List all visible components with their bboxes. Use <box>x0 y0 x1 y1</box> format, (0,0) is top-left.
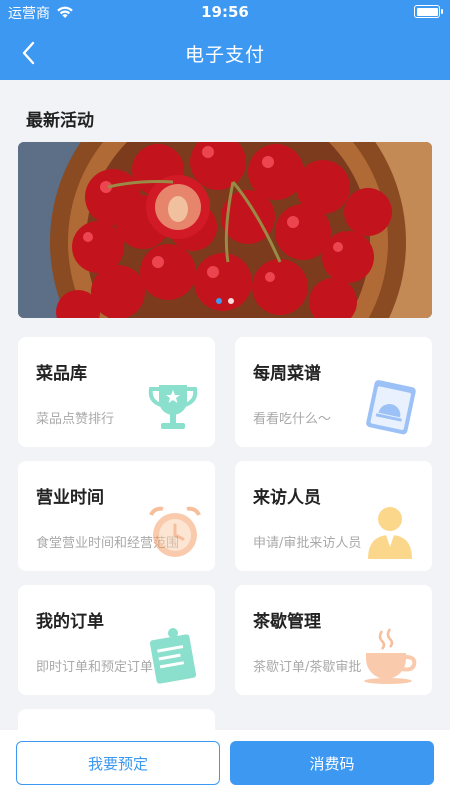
cherries-banner-image <box>18 142 432 318</box>
battery-icon <box>414 5 443 18</box>
notepad-icon <box>149 628 197 684</box>
visitor-icon <box>368 507 412 559</box>
alarm-clock-icon <box>149 506 201 557</box>
banner-pagination <box>18 298 432 304</box>
card-visitors[interactable]: 来访人员 申请/审批来访人员 <box>235 461 432 571</box>
pagination-dot-active[interactable] <box>216 298 222 304</box>
card-weekly-menu[interactable]: 每周菜谱 看看吃什么～ <box>235 337 432 447</box>
app-header: 运营商 19:56 电子支付 <box>0 0 450 80</box>
reserve-button[interactable]: 我要预定 <box>16 741 220 785</box>
card-title: 营业时间 <box>36 488 104 508</box>
card-tea-break[interactable]: 茶歇管理 茶歇订单/茶歇审批 <box>235 585 432 695</box>
card-subtitle: 看看吃什么～ <box>253 412 332 427</box>
card-subtitle: 即时订单和预定订单 <box>36 660 154 675</box>
status-time: 19:56 <box>201 3 249 21</box>
card-title: 来访人员 <box>253 488 321 508</box>
nav-bar: 电子支付 <box>0 30 450 76</box>
card-business-hours[interactable]: 营业时间 食堂营业时间和经营范围 <box>18 461 215 571</box>
consume-code-button[interactable]: 消费码 <box>230 741 434 785</box>
card-subtitle: 菜品点赞排行 <box>36 412 115 427</box>
trophy-icon <box>148 385 198 429</box>
section-title-latest-activity: 最新活动 <box>26 111 94 131</box>
tea-cup-icon <box>364 628 417 684</box>
card-title: 菜品库 <box>36 364 87 384</box>
card-subtitle: 申请/审批来访人员 <box>253 536 362 551</box>
activity-banner[interactable] <box>18 142 432 318</box>
card-my-orders[interactable]: 我的订单 即时订单和预定订单 <box>18 585 215 695</box>
page-title: 电子支付 <box>184 44 265 66</box>
menu-book-icon <box>366 380 416 435</box>
bottom-action-bar: 我要预定 消费码 <box>0 730 450 800</box>
card-title: 茶歇管理 <box>253 612 321 632</box>
status-bar: 运营商 19:56 <box>0 0 450 26</box>
card-subtitle: 茶歇订单/茶歇审批 <box>253 660 362 675</box>
card-title: 每周菜谱 <box>253 364 321 384</box>
pagination-dot[interactable] <box>228 298 234 304</box>
card-dish-library[interactable]: 菜品库 菜品点赞排行 <box>18 337 215 447</box>
card-title: 我的订单 <box>36 612 104 632</box>
